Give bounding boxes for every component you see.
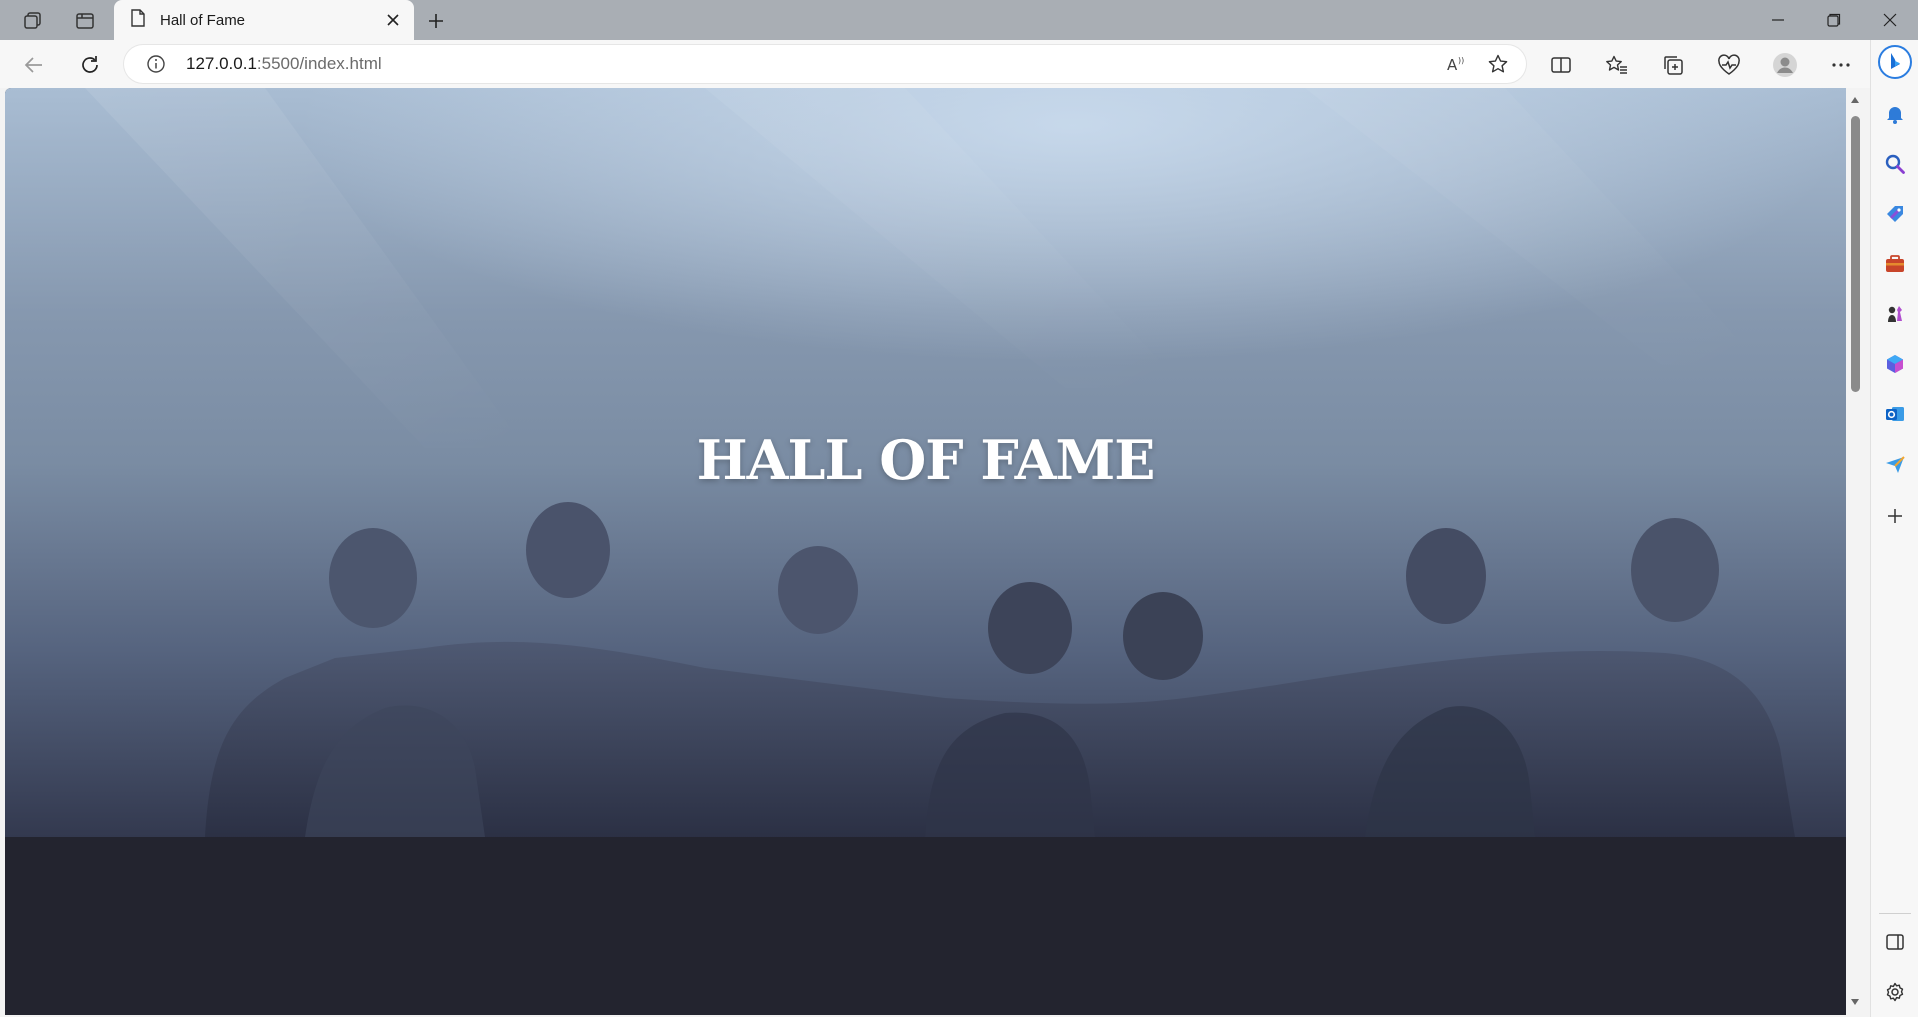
tab-title: Hall of Fame bbox=[160, 11, 246, 29]
hero-section: HALL OF FAME bbox=[5, 88, 1846, 837]
url-host: 127.0.0.1 bbox=[186, 54, 257, 73]
scroll-up-icon[interactable] bbox=[1849, 94, 1861, 106]
star-icon[interactable] bbox=[1486, 52, 1510, 76]
scroll-down-icon[interactable] bbox=[1849, 996, 1861, 1008]
search-icon[interactable] bbox=[1881, 150, 1909, 178]
hero-title: HALL OF FAME bbox=[696, 428, 1156, 492]
settings-icon[interactable] bbox=[1881, 978, 1909, 1006]
tab-actions-icon[interactable] bbox=[72, 8, 98, 34]
page-viewport: HALL OF FAME bbox=[5, 88, 1846, 1015]
split-screen-icon[interactable] bbox=[1547, 51, 1575, 79]
sidebar-divider bbox=[1879, 913, 1911, 914]
workspaces-icon[interactable] bbox=[20, 8, 46, 34]
page-scrollbar[interactable] bbox=[1846, 88, 1864, 1015]
copilot-icon[interactable] bbox=[1877, 44, 1913, 80]
tag-icon[interactable] bbox=[1881, 200, 1909, 228]
url-text: 127.0.0.1:5500/index.html bbox=[186, 54, 382, 74]
active-tab[interactable]: Hall of Fame bbox=[114, 0, 414, 40]
read-aloud-icon[interactable]: A)) bbox=[1444, 52, 1468, 76]
svg-text:)): )) bbox=[1458, 56, 1464, 65]
address-bar[interactable]: 127.0.0.1:5500/index.html A)) bbox=[124, 45, 1526, 83]
sidebar-toggle-icon[interactable] bbox=[1881, 928, 1909, 956]
back-arrow-icon[interactable] bbox=[18, 49, 50, 81]
edge-sidebar bbox=[1870, 40, 1918, 1017]
outlook-icon[interactable] bbox=[1881, 400, 1909, 428]
favorites-icon[interactable] bbox=[1603, 51, 1631, 79]
restore-icon[interactable] bbox=[1814, 4, 1854, 36]
browser-essentials-icon[interactable] bbox=[1715, 51, 1743, 79]
profile-icon[interactable] bbox=[1771, 51, 1799, 79]
scroll-thumb[interactable] bbox=[1851, 116, 1860, 392]
close-window-icon[interactable] bbox=[1870, 4, 1910, 36]
info-icon[interactable] bbox=[146, 54, 166, 74]
briefcase-icon[interactable] bbox=[1881, 250, 1909, 278]
close-icon[interactable] bbox=[382, 9, 404, 31]
collections-icon[interactable] bbox=[1659, 51, 1687, 79]
chess-icon[interactable] bbox=[1881, 300, 1909, 328]
minimize-icon[interactable] bbox=[1758, 4, 1798, 36]
send-icon[interactable] bbox=[1881, 450, 1909, 478]
add-icon[interactable] bbox=[1881, 502, 1909, 530]
dark-section bbox=[5, 837, 1846, 1015]
more-icon[interactable] bbox=[1827, 51, 1855, 79]
m365-icon[interactable] bbox=[1881, 350, 1909, 378]
svg-text:A: A bbox=[1447, 56, 1458, 74]
url-path: :5500/index.html bbox=[256, 54, 382, 73]
title-bar: Hall of Fame bbox=[0, 0, 1918, 40]
page-icon bbox=[130, 9, 146, 31]
plus-icon[interactable] bbox=[422, 7, 450, 35]
refresh-icon[interactable] bbox=[74, 49, 106, 81]
toolbar: 127.0.0.1:5500/index.html A)) bbox=[0, 40, 1870, 88]
bell-icon[interactable] bbox=[1881, 100, 1909, 128]
